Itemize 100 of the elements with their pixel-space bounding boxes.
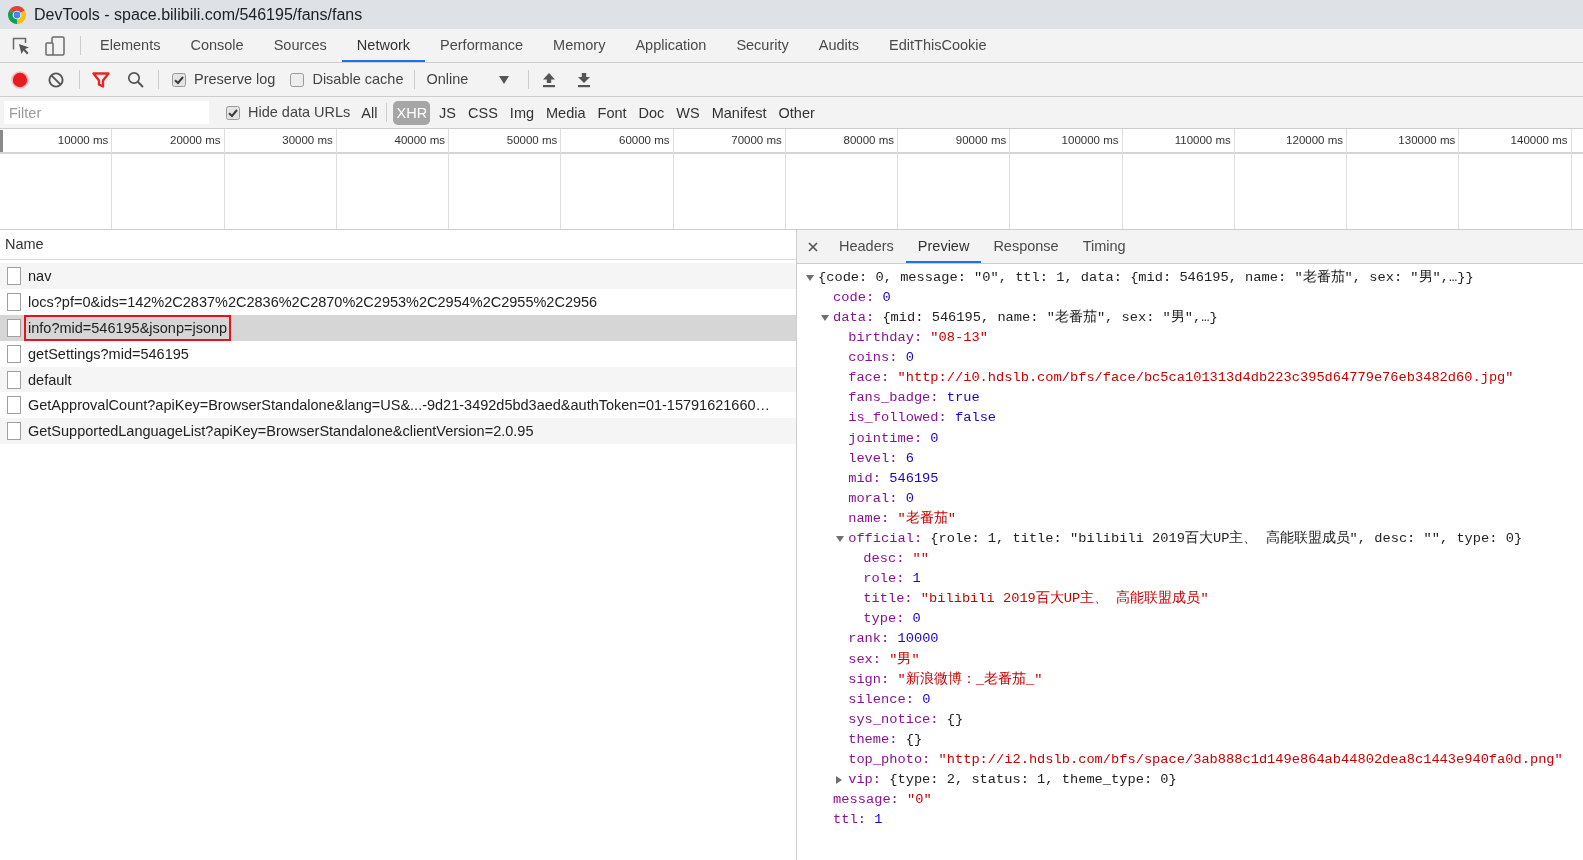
panel-tab[interactable]: Performance: [425, 29, 539, 62]
timeline-tick-label: 100000 ms: [1061, 132, 1119, 148]
disclosure-triangle-icon[interactable]: [806, 275, 814, 282]
json-property: theme: {}: [848, 730, 923, 749]
checkbox-label: Preserve log: [194, 69, 276, 89]
request-row[interactable]: GetSupportedLanguageList?apiKey=BrowserStandalone&clientVersion=2.0.95: [0, 418, 796, 445]
panel-tab[interactable]: Security: [721, 29, 804, 62]
json-property: sex: "男": [848, 650, 920, 669]
json-property: role: 1: [863, 570, 921, 589]
request-row[interactable]: info?mid=546195&jsonp=jsonp: [0, 314, 796, 341]
json-property: rank: 10000: [848, 630, 939, 649]
request-row[interactable]: getSettings?mid=546195: [0, 340, 796, 367]
file-icon: [7, 344, 21, 363]
json-property: jointime: 0: [848, 429, 939, 448]
type-filter-button[interactable]: Doc: [635, 100, 668, 125]
panel-tab[interactable]: Sources: [258, 29, 342, 62]
request-name: GetSupportedLanguageList?apiKey=BrowserStandalone&clientVersion=2.0.95: [27, 422, 535, 442]
filter-input[interactable]: Filter: [4, 101, 209, 124]
request-name: nav: [27, 266, 53, 286]
file-icon: [7, 318, 21, 337]
details-tab[interactable]: Headers: [827, 230, 906, 263]
json-property: official: {role: 1, title: "bilibili 2019百大UP主、 高能联盟成员", desc: "", type: 0}: [848, 529, 1523, 548]
json-property: type: 0: [863, 610, 921, 629]
file-icon: [7, 422, 21, 441]
file-icon: [7, 370, 21, 389]
file-icon: [7, 292, 21, 311]
phone-tablet-icon[interactable]: [45, 35, 65, 56]
timeline-tick-label: 140000 ms: [1510, 132, 1568, 148]
request-name: GetApprovalCount?apiKey=BrowserStandalone&lang=US&...-9d21-3492d5bd3aed&authToken=01-15791621660…: [27, 396, 772, 416]
type-filter-button[interactable]: Media: [543, 100, 589, 125]
checkbox-label: Hide data URLs: [248, 102, 351, 122]
json-property: birthday: "08-13": [848, 329, 988, 348]
panel-tab[interactable]: Memory: [538, 29, 621, 62]
checkbox[interactable]: [172, 72, 186, 87]
json-property: title: "bilibili 2019百大UP主、 高能联盟成员": [863, 589, 1209, 609]
request-row[interactable]: default: [0, 366, 796, 393]
json-property: silence: 0: [848, 690, 931, 709]
request-name: default: [27, 370, 73, 390]
timeline-tick-label: 110000 ms: [1174, 132, 1231, 148]
record-icon[interactable]: [11, 70, 29, 89]
cursor-in-box-icon[interactable]: [12, 36, 30, 55]
panel-tab[interactable]: Elements: [85, 29, 176, 62]
json-summary: {code: 0, message: "0", ttl: 1, data: {mid: 546195, name: "老番茄", sex: "男",…}}: [818, 268, 1474, 287]
json-property: message: "0": [833, 791, 932, 810]
json-property: data: {mid: 546195, name: "老番茄", sex: "男",…}: [833, 308, 1218, 327]
column-header: Name: [5, 234, 44, 254]
panel-tab[interactable]: Application: [620, 29, 722, 62]
json-property: code: 0: [833, 288, 891, 307]
timeline-tick-label: 120000 ms: [1286, 132, 1343, 148]
json-property: desc: "": [863, 550, 930, 569]
type-filter-button[interactable]: Manifest: [708, 100, 770, 125]
timeline-tick-label: 70000 ms: [731, 132, 782, 148]
details-tab[interactable]: Timing: [1070, 230, 1138, 263]
checkbox-label: Disable cache: [312, 69, 404, 89]
no-entry-icon[interactable]: [48, 71, 64, 88]
json-property: level: 6: [848, 449, 914, 468]
json-property: vip: {type: 2, status: 1, theme_type: 0}: [848, 771, 1177, 790]
json-property: sign: "新浪微博：_老番茄_": [848, 670, 1043, 689]
type-filter-button[interactable]: Other: [775, 100, 818, 125]
disclosure-triangle-icon[interactable]: [836, 776, 843, 785]
json-property: name: "老番茄": [848, 509, 956, 528]
timeline-tick-label: 60000 ms: [619, 132, 670, 148]
timeline-tick-label: 80000 ms: [843, 132, 894, 148]
range-handle[interactable]: [0, 130, 3, 152]
json-property: ttl: 1: [833, 811, 883, 830]
search-icon[interactable]: [127, 71, 144, 88]
throttling-dropdown[interactable]: Online: [421, 68, 515, 91]
details-tab[interactable]: Response: [981, 230, 1071, 263]
checkbox[interactable]: [290, 72, 305, 87]
upload-icon[interactable]: [542, 71, 557, 88]
request-row[interactable]: locs?pf=0&ids=142%2C2837%2C2836%2C2870%2C2953%2C2954%2C2955%2C2956: [0, 288, 796, 315]
type-filter-button[interactable]: CSS: [465, 100, 501, 125]
json-property: is_followed: false: [848, 409, 997, 428]
timeline-tick-label: 50000 ms: [506, 132, 558, 148]
json-property: mid: 546195: [848, 469, 939, 488]
panel-tab[interactable]: EditThisCookie: [874, 29, 1002, 62]
json-property: fans_badge: true: [848, 389, 980, 408]
type-filter-button[interactable]: JS: [436, 100, 460, 125]
panel-tab[interactable]: Console: [175, 29, 259, 62]
details-tab[interactable]: Preview: [905, 230, 982, 263]
type-filter-button[interactable]: All: [358, 100, 381, 125]
request-row[interactable]: nav: [0, 263, 796, 289]
panel-tab[interactable]: Audits: [803, 29, 875, 62]
download-icon[interactable]: [577, 71, 592, 88]
request-name: locs?pf=0&ids=142%2C2837%2C2836%2C2870%2C2953%2C2954%2C2955%2C2956: [27, 292, 599, 312]
timeline-tick-label: 30000 ms: [282, 132, 333, 148]
caret-icon: [499, 75, 510, 84]
type-filter-button[interactable]: WS: [673, 100, 703, 125]
timeline-tick-label: 90000 ms: [955, 132, 1007, 148]
type-filter-button[interactable]: Img: [506, 100, 538, 125]
disclosure-triangle-icon[interactable]: [821, 315, 830, 322]
disclosure-triangle-icon[interactable]: [836, 536, 845, 543]
close-icon[interactable]: [808, 241, 818, 252]
filter-icon[interactable]: [92, 71, 110, 88]
timeline-tick-label: 20000 ms: [170, 132, 221, 148]
type-filter-button[interactable]: Font: [594, 100, 630, 125]
request-row[interactable]: GetApprovalCount?apiKey=BrowserStandalone&lang=US&...-9d21-3492d5bd3aed&authToken=01-15791621660…: [0, 392, 796, 419]
timeline-tick-label: 130000 ms: [1398, 132, 1456, 148]
checkbox[interactable]: [226, 105, 240, 120]
request-name: getSettings?mid=546195: [27, 344, 190, 364]
